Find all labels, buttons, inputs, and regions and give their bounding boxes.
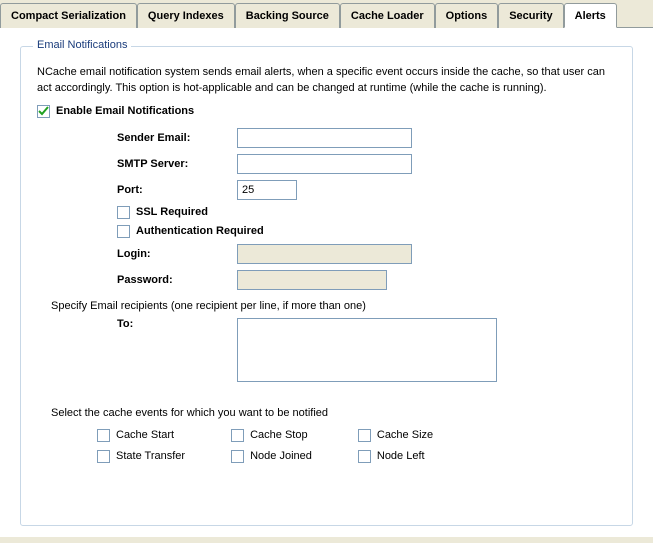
port-label: Port: <box>117 184 237 196</box>
events-grid: Cache Start State Transfer Cache Stop No… <box>97 429 616 463</box>
description-text: NCache email notification system sends e… <box>37 65 616 97</box>
login-label: Login: <box>117 248 237 260</box>
enable-email-label: Enable Email Notifications <box>56 105 194 117</box>
events-hint: Select the cache events for which you wa… <box>51 407 616 419</box>
node-joined-label: Node Joined <box>250 450 312 462</box>
enable-email-checkbox[interactable] <box>37 105 50 118</box>
to-label: To: <box>117 318 237 330</box>
node-left-label: Node Left <box>377 450 425 462</box>
port-input[interactable] <box>237 180 297 200</box>
smtp-server-input[interactable] <box>237 154 412 174</box>
sender-email-label: Sender Email: <box>117 132 237 144</box>
tab-backing-source[interactable]: Backing Source <box>235 3 340 28</box>
tab-security[interactable]: Security <box>498 3 563 28</box>
cache-size-label: Cache Size <box>377 429 433 441</box>
email-notifications-groupbox: Email Notifications NCache email notific… <box>20 46 633 526</box>
ssl-required-checkbox[interactable] <box>117 206 130 219</box>
cache-start-checkbox[interactable] <box>97 429 110 442</box>
tab-bar: Compact Serialization Query Indexes Back… <box>0 0 653 28</box>
node-left-checkbox[interactable] <box>358 450 371 463</box>
alerts-panel: Email Notifications NCache email notific… <box>0 28 653 537</box>
auth-required-label: Authentication Required <box>136 225 264 237</box>
cache-start-label: Cache Start <box>116 429 174 441</box>
password-input <box>237 270 387 290</box>
tab-cache-loader[interactable]: Cache Loader <box>340 3 435 28</box>
login-input <box>237 244 412 264</box>
cache-stop-checkbox[interactable] <box>231 429 244 442</box>
tab-alerts[interactable]: Alerts <box>564 3 617 28</box>
sender-email-input[interactable] <box>237 128 412 148</box>
tab-compact-serialization[interactable]: Compact Serialization <box>0 3 137 28</box>
node-joined-checkbox[interactable] <box>231 450 244 463</box>
password-label: Password: <box>117 274 237 286</box>
state-transfer-label: State Transfer <box>116 450 185 462</box>
cache-size-checkbox[interactable] <box>358 429 371 442</box>
tab-options[interactable]: Options <box>435 3 499 28</box>
recipients-hint: Specify Email recipients (one recipient … <box>51 300 616 312</box>
smtp-server-label: SMTP Server: <box>117 158 237 170</box>
group-title: Email Notifications <box>33 39 131 51</box>
state-transfer-checkbox[interactable] <box>97 450 110 463</box>
auth-required-checkbox[interactable] <box>117 225 130 238</box>
cache-stop-label: Cache Stop <box>250 429 307 441</box>
ssl-required-label: SSL Required <box>136 206 208 218</box>
to-textarea[interactable] <box>237 318 497 382</box>
tab-query-indexes[interactable]: Query Indexes <box>137 3 235 28</box>
